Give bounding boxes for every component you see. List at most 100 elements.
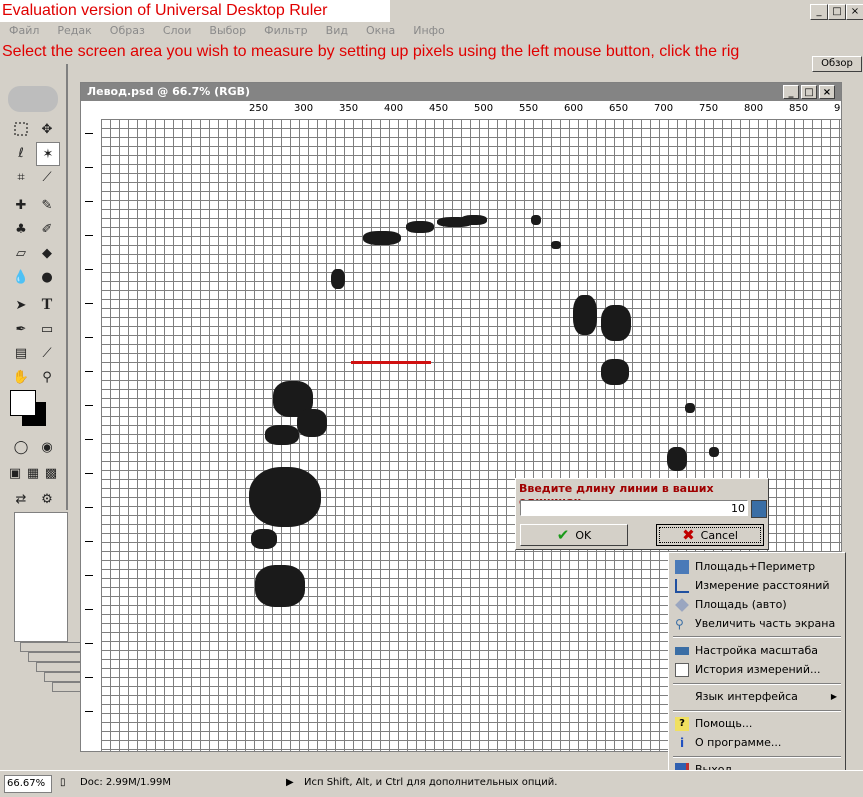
vertical-ruler-mark <box>85 405 93 430</box>
crop-tool-icon[interactable]: ⌗ <box>10 166 32 188</box>
marquee-tool-icon[interactable] <box>10 118 32 140</box>
cancel-label: Cancel <box>700 528 738 542</box>
menu-file[interactable]: Файл <box>0 22 48 40</box>
foreground-color-swatch[interactable] <box>10 390 36 416</box>
menu-separator <box>673 756 841 758</box>
shape-blob <box>601 305 631 341</box>
pen-tool-icon[interactable]: ✒ <box>10 318 32 340</box>
zoom-field[interactable]: 66.67% <box>4 775 52 793</box>
menu-select[interactable]: Выбор <box>200 22 255 40</box>
status-arrow-icon[interactable]: ▶ <box>286 775 296 791</box>
doc-minimize-button[interactable]: _ <box>783 85 799 99</box>
shape-blob <box>331 269 345 289</box>
palette-tab-4[interactable] <box>44 672 82 682</box>
notes-tool-icon[interactable]: ▤ <box>10 342 32 364</box>
healing-brush-icon[interactable]: ✚ <box>10 194 32 216</box>
measure-line[interactable] <box>351 361 431 364</box>
vertical-ruler-mark <box>85 643 93 668</box>
doc-maximize-button[interactable]: □ <box>801 85 817 99</box>
close-button[interactable]: × <box>846 4 863 20</box>
menu-separator <box>673 636 841 638</box>
vertical-ruler-mark <box>85 303 93 328</box>
shape-blob <box>685 403 695 413</box>
evaluation-title: Evaluation version of Universal Desktop … <box>2 2 328 19</box>
document-titlebar: Левод.psd @ 66.7% (RGB) _ □ × <box>81 83 841 101</box>
shape-blob <box>461 215 487 225</box>
menu-view[interactable]: Вид <box>317 22 357 40</box>
eyedropper-tool-icon[interactable]: ⟋ <box>36 342 58 364</box>
maximize-button[interactable]: □ <box>828 4 846 20</box>
brush-tool-icon[interactable]: ✎ <box>36 194 58 216</box>
history-brush-icon[interactable]: ✐ <box>36 218 58 240</box>
shape-tool-icon[interactable]: ▭ <box>36 318 58 340</box>
settings-icon[interactable]: ⚙ <box>36 488 58 510</box>
shape-blob <box>251 529 277 549</box>
blur-tool-icon[interactable]: 💧 <box>10 266 32 288</box>
length-input[interactable]: 10 <box>520 500 748 516</box>
menu-item-scale-settings[interactable]: Настройка масштаба <box>671 641 843 661</box>
palette-tab-3[interactable] <box>36 662 82 672</box>
move-tool-icon[interactable]: ✥ <box>36 118 58 140</box>
vertical-ruler-mark <box>85 235 93 260</box>
vertical-ruler-mark <box>85 201 93 226</box>
ruler-tick-label: 400 <box>384 103 404 114</box>
minimize-button[interactable]: _ <box>810 4 828 20</box>
menu-item-language[interactable]: Язык интерфейса ▶ <box>671 687 843 707</box>
toolbox: ✥ ℓ ✶ ⌗ ⟋ ✚ ✎ ♣ ✐ ▱ ◆ 💧 ● ➤ T ✒ ▭ ▤ ⟋ ✋ … <box>0 64 68 510</box>
vertical-ruler-mark <box>85 337 93 362</box>
menu-edit[interactable]: Редак <box>48 22 100 40</box>
lasso-tool-icon[interactable]: ℓ <box>10 142 32 164</box>
eraser-tool-icon[interactable]: ▱ <box>10 242 32 264</box>
shape-blob <box>709 447 719 457</box>
shape-blob <box>297 409 327 437</box>
magic-wand-tool-icon[interactable]: ✶ <box>36 142 60 166</box>
vertical-ruler-mark <box>85 575 93 600</box>
menu-window[interactable]: Окна <box>357 22 404 40</box>
shape-blob <box>249 467 321 527</box>
doc-close-button[interactable]: × <box>819 85 835 99</box>
menu-item-distance[interactable]: Измерение расстояний <box>671 576 843 596</box>
menu-layers[interactable]: Слои <box>154 22 201 40</box>
vertical-ruler-mark <box>85 167 93 192</box>
ok-button[interactable]: ✔ OK <box>520 524 628 546</box>
menu-item-auto-area[interactable]: Площадь (авто) <box>671 595 843 615</box>
slice-tool-icon[interactable]: ⟋ <box>36 166 58 188</box>
palette-tab-1[interactable] <box>20 642 82 652</box>
menu-item-history[interactable]: История измерений... <box>671 660 843 680</box>
vertical-ruler-mark <box>85 711 93 736</box>
menu-image[interactable]: Образ <box>101 22 154 40</box>
info-icon: i <box>679 736 685 750</box>
menu-info[interactable]: Инфо <box>404 22 454 40</box>
instruction-banner: Select the screen area you wish to measu… <box>0 40 863 64</box>
cancel-button[interactable]: ✖ Cancel <box>656 524 764 546</box>
palette-tab-2[interactable] <box>28 652 82 662</box>
ok-label: OK <box>575 528 592 542</box>
dodge-tool-icon[interactable]: ● <box>36 266 58 288</box>
menu-item-area-perimeter[interactable]: Площадь+Периметр <box>671 557 843 577</box>
type-tool-icon[interactable]: T <box>36 294 58 316</box>
magnifier-icon: ⚲ <box>675 617 684 631</box>
calculator-icon[interactable] <box>751 500 767 518</box>
vertical-ruler-mark <box>85 541 93 566</box>
paint-bucket-icon[interactable]: ◆ <box>36 242 58 264</box>
vertical-ruler-mark <box>85 473 93 498</box>
menu-item-help[interactable]: ? Помощь... <box>671 714 843 734</box>
path-select-icon[interactable]: ➤ <box>10 294 32 316</box>
stamp-tool-icon[interactable]: ♣ <box>10 218 32 240</box>
unit-length-dialog: Введите длину линии в ваших единицах 10 … <box>515 478 769 550</box>
quickmask-mode-icon[interactable]: ◉ <box>36 436 58 458</box>
numbers-palette <box>14 512 68 642</box>
ruler-tick-label: 600 <box>564 103 584 114</box>
standard-mode-icon[interactable]: ◯ <box>10 436 32 458</box>
jump-to-imageready-icon[interactable]: ⇄ <box>10 488 32 510</box>
zoom-tool-icon[interactable]: ⚲ <box>36 366 58 388</box>
menu-filter[interactable]: Фильтр <box>255 22 317 40</box>
hand-tool-icon[interactable]: ✋ <box>10 366 32 388</box>
palette-tab-5[interactable] <box>52 682 82 692</box>
menu-item-magnify[interactable]: ⚲ Увеличить часть экрана <box>671 614 843 634</box>
menu-item-about[interactable]: i О программе... <box>671 733 843 753</box>
shape-blob <box>406 221 434 233</box>
shape-blob <box>363 231 401 245</box>
screen-mode-3-icon[interactable]: ▩ <box>40 462 62 484</box>
browse-button[interactable]: Обзор <box>812 56 862 72</box>
